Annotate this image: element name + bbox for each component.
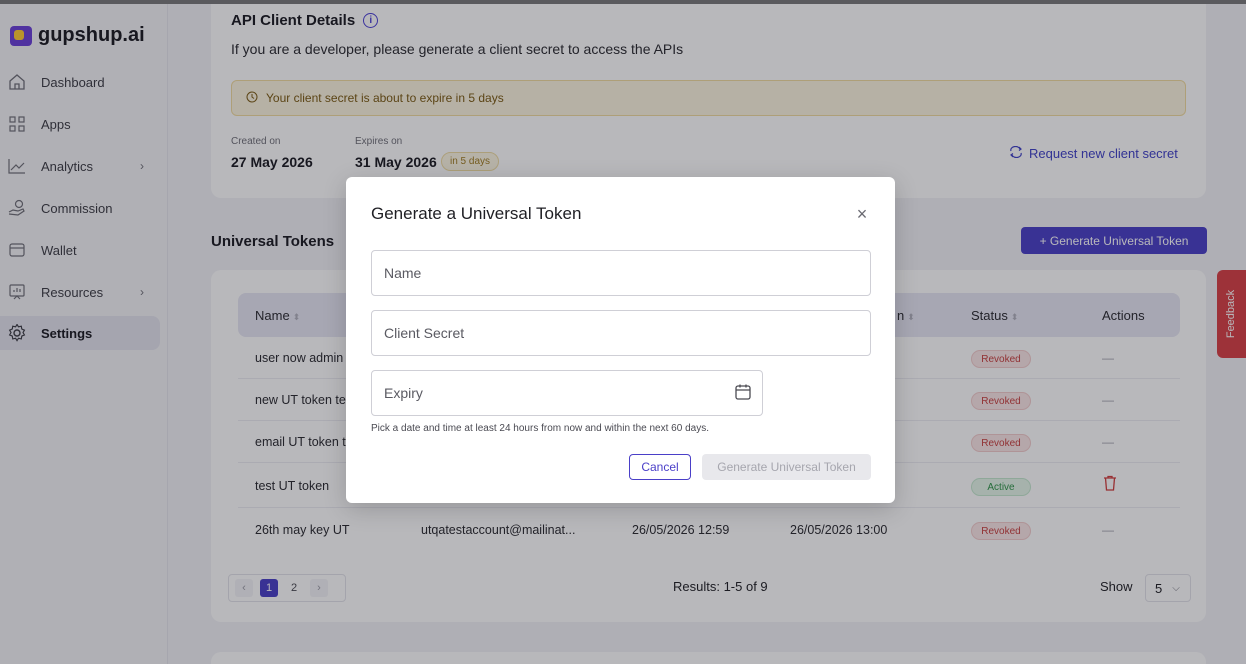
- client-secret-placeholder: Client Secret: [384, 325, 465, 341]
- name-input[interactable]: Name: [371, 250, 871, 296]
- close-icon[interactable]: ×: [852, 204, 872, 224]
- client-secret-input[interactable]: Client Secret: [371, 310, 871, 356]
- expiry-placeholder: Expiry: [384, 385, 423, 401]
- generate-token-submit-button[interactable]: Generate Universal Token: [702, 454, 871, 480]
- expiry-input[interactable]: Expiry: [371, 370, 763, 416]
- expiry-hint: Pick a date and time at least 24 hours f…: [371, 423, 709, 434]
- generate-token-modal: Generate a Universal Token × Name Client…: [346, 177, 895, 503]
- calendar-icon[interactable]: [734, 383, 752, 401]
- name-placeholder: Name: [384, 265, 422, 281]
- top-bar: [0, 0, 1246, 4]
- modal-title: Generate a Universal Token: [371, 204, 582, 223]
- cancel-button[interactable]: Cancel: [629, 454, 691, 480]
